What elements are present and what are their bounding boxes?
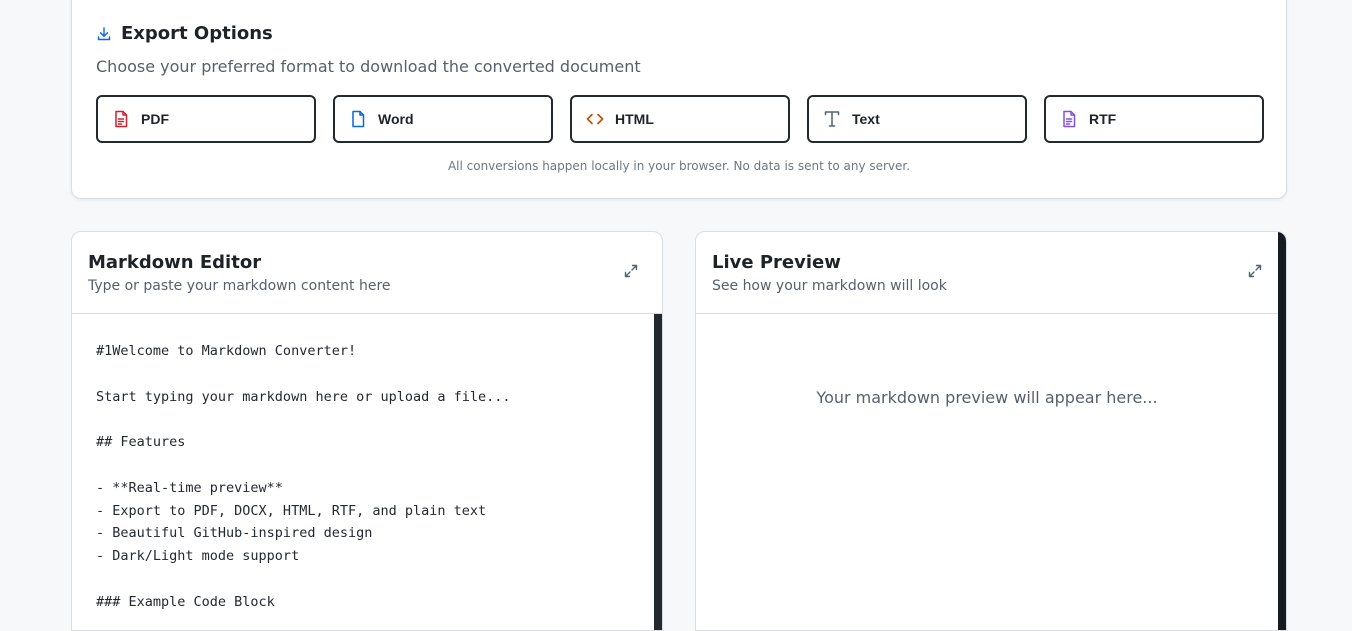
preview-header: Live Preview See how your markdown will … <box>696 232 1286 314</box>
format-buttons: PDF Word HTML Text RTF <box>96 95 1264 143</box>
file-text-icon <box>1059 109 1079 129</box>
export-rtf-button[interactable]: RTF <box>1044 95 1264 143</box>
export-word-label: Word <box>378 111 414 127</box>
export-pdf-label: PDF <box>141 111 169 127</box>
editor-title: Markdown Editor <box>88 252 262 273</box>
preview-placeholder: Your markdown preview will appear here..… <box>816 388 1158 407</box>
preview-subtitle: See how your markdown will look <box>712 278 947 294</box>
type-icon <box>822 109 842 129</box>
expand-editor-button[interactable] <box>622 262 640 280</box>
preview-title: Live Preview <box>712 252 841 273</box>
download-icon <box>97 26 111 40</box>
export-html-button[interactable]: HTML <box>570 95 790 143</box>
editor-scrollbar[interactable] <box>654 314 662 630</box>
live-preview-panel: Live Preview See how your markdown will … <box>695 231 1287 631</box>
file-icon <box>348 109 368 129</box>
preview-scrollbar[interactable] <box>1278 232 1286 630</box>
export-options-heading: Export Options <box>96 23 273 44</box>
maximize-icon <box>624 264 638 278</box>
export-text-button[interactable]: Text <box>807 95 1027 143</box>
editor-header: Markdown Editor Type or paste your markd… <box>72 232 662 314</box>
export-options-title: Export Options <box>121 23 273 44</box>
editor-content: #1Welcome to Markdown Converter! Start t… <box>96 343 511 610</box>
file-text-icon <box>111 109 131 129</box>
export-rtf-label: RTF <box>1089 111 1117 127</box>
export-options-card: Export Options Choose your preferred for… <box>71 0 1287 199</box>
privacy-note: All conversions happen locally in your b… <box>447 159 911 173</box>
expand-preview-button[interactable] <box>1246 262 1264 280</box>
export-html-label: HTML <box>615 111 654 127</box>
code-icon <box>585 109 605 129</box>
maximize-icon <box>1248 264 1262 278</box>
markdown-editor-panel: Markdown Editor Type or paste your markd… <box>71 231 663 631</box>
export-word-button[interactable]: Word <box>333 95 553 143</box>
editor-textarea[interactable]: #1Welcome to Markdown Converter! Start t… <box>72 314 662 630</box>
export-text-label: Text <box>852 111 880 127</box>
editor-subtitle: Type or paste your markdown content here <box>88 278 391 294</box>
export-options-subtitle: Choose your preferred format to download… <box>96 57 641 76</box>
export-pdf-button[interactable]: PDF <box>96 95 316 143</box>
